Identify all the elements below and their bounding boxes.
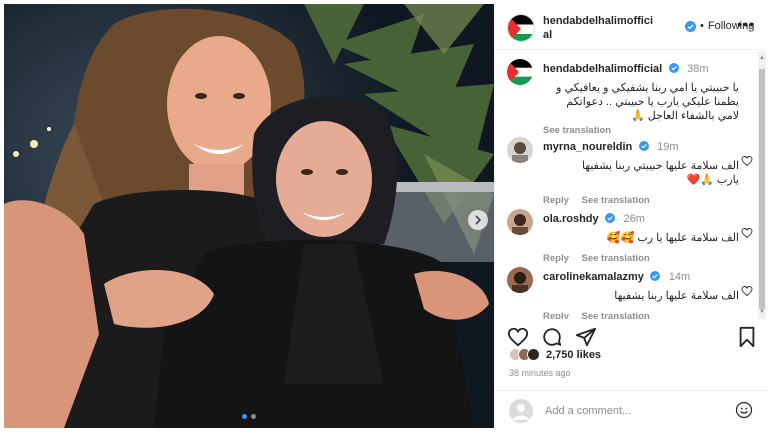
verified-icon [685,20,696,32]
verified-icon [650,270,661,281]
comment-username[interactable]: ola.roshdy [543,213,599,225]
comment-text: الف سلامة عليها يا رب 🥰🥰 [606,232,739,244]
comments-list[interactable]: hendabdelhalimofficial 38m يا حبيبتي يا … [495,51,759,319]
share-icon[interactable] [575,326,597,348]
caption-text-line: يطمنا عليكي يارب يا حبيبتي .. دعواتكم [566,96,739,108]
avatar-photo [507,267,533,293]
follow-dot: • [700,20,704,32]
comment-text: يارب 🙏❤️ [686,174,739,186]
instagram-post-modal: hendabdelhalimoffici al • Following ••• [0,0,768,432]
comment-text: الف سلامة عليها ربنا يشفيها [614,290,739,302]
likes-summary[interactable]: 2,750 likes [509,348,601,361]
post-photo[interactable] [4,4,494,428]
comment-time[interactable]: 19m [657,141,678,153]
comment-actions: Reply See translation [543,253,739,264]
scroll-down-arrow[interactable]: ▼ [759,309,765,315]
verified-icon [605,212,616,223]
scrollbar-thumb[interactable] [759,69,765,309]
post-timestamp[interactable]: 38 minutes ago [509,368,571,378]
caption-username[interactable]: hendabdelhalimofficial [543,63,662,75]
commenter-avatar[interactable] [507,209,533,235]
palestine-flag-icon [508,15,534,41]
bookmark-icon[interactable] [737,326,757,348]
reply-button[interactable]: Reply [543,311,569,319]
carousel-dots [4,414,494,419]
post-header: hendabdelhalimoffici al • Following ••• [495,4,767,50]
carousel-next-button[interactable] [468,210,488,230]
carousel-dot [251,414,256,419]
add-comment-input[interactable] [545,401,725,421]
caption-avatar[interactable] [507,59,533,85]
heart-icon[interactable] [741,227,753,239]
commenter-avatar[interactable] [507,267,533,293]
photo-illustration [4,4,494,428]
reply-button[interactable]: Reply [543,253,569,264]
comment-icon[interactable] [541,326,563,348]
heart-icon[interactable] [741,155,753,167]
heart-icon[interactable] [741,285,753,297]
comment-time[interactable]: 26m [624,213,645,225]
palestine-flag-icon [507,59,533,85]
chevron-right-icon [475,215,482,225]
verified-icon [668,62,679,73]
caption-text-line: يا حبيبتي يا امي ربنا يشفيكي و يعافيكي و [556,82,739,94]
header-account-name[interactable]: hendabdelhalimoffici al [543,14,683,42]
emoji-icon[interactable] [735,401,753,419]
comment-username[interactable]: myrna_noureldin [543,141,632,153]
see-translation-button[interactable]: See translation [582,253,650,264]
carousel-dot-active [242,414,247,419]
comment-text: الف سلامة عليها حبيبتي ربنا يشفيها [581,160,739,172]
comment-actions: Reply See translation [543,311,739,319]
current-user-avatar [509,399,533,423]
avatar-photo [507,209,533,235]
caption-see-translation[interactable]: See translation [543,125,739,136]
add-comment-bar [495,390,767,428]
verified-icon [638,140,649,151]
caption-time[interactable]: 38m [687,63,708,75]
account-avatar[interactable] [507,14,535,42]
comment-time[interactable]: 14m [669,271,690,283]
reply-button[interactable]: Reply [543,195,569,206]
comment-actions: Reply See translation [543,195,739,206]
see-translation-button[interactable]: See translation [582,311,650,319]
commenter-avatar[interactable] [507,137,533,163]
comments-scrollbar[interactable]: ▲ ▼ [758,51,766,319]
heart-icon[interactable] [507,326,529,348]
liker-avatar [527,348,540,361]
likes-count[interactable]: 2,750 likes [546,349,601,361]
see-translation-button[interactable]: See translation [582,195,650,206]
comment-username[interactable]: carolinekamalazmy [543,271,644,283]
more-options-button[interactable]: ••• [737,16,755,32]
post-side-panel: hendabdelhalimoffici al • Following ••• [494,4,767,428]
avatar-photo [507,137,533,163]
caption-text-line: لامي بالشفاء العاجل 🙏 [630,110,739,122]
scroll-up-arrow[interactable]: ▲ [759,55,765,61]
default-avatar-icon [513,404,529,420]
